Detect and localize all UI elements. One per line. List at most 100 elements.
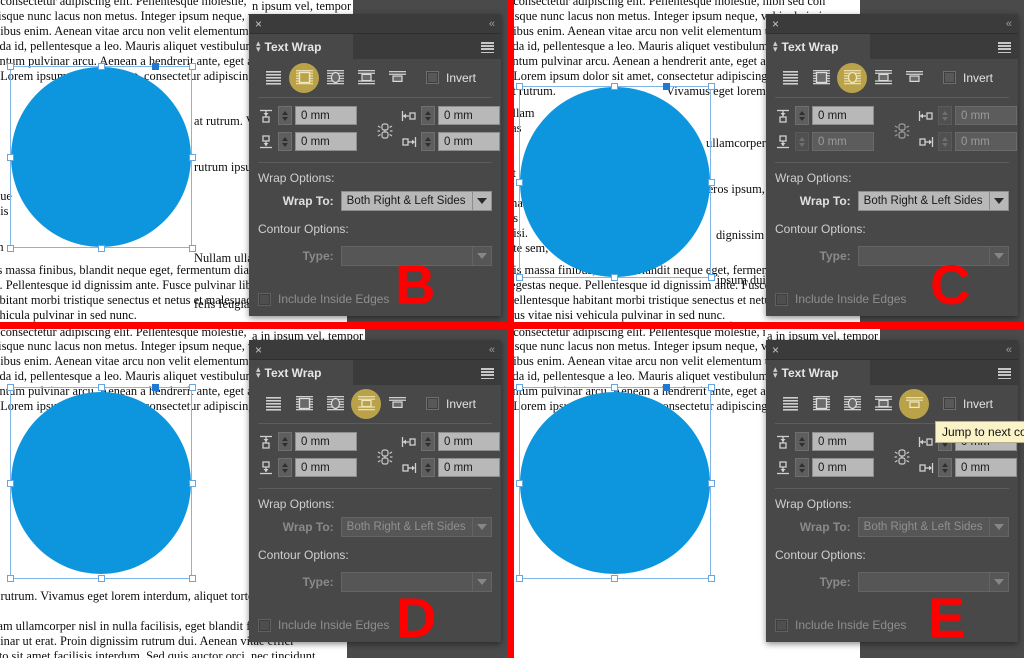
tab-text-wrap[interactable]: ▴ ▾ Text Wrap bbox=[249, 34, 353, 59]
wrap-mode-jump-object[interactable] bbox=[868, 63, 898, 93]
selection-handle[interactable] bbox=[98, 384, 105, 391]
offset-right-field[interactable]: 0 mm bbox=[918, 458, 1017, 477]
wrap-mode-jump-next-column[interactable] bbox=[899, 388, 929, 419]
selection-handle[interactable] bbox=[98, 63, 105, 70]
selection-handle[interactable] bbox=[708, 274, 715, 281]
offset-left-field[interactable]: 0 mm bbox=[401, 106, 500, 125]
offset-top-field[interactable]: 0 mm bbox=[258, 106, 357, 125]
wrap-mode-object-shape[interactable] bbox=[837, 389, 867, 419]
offset-right-stepper[interactable] bbox=[421, 458, 435, 477]
offset-bottom-stepper[interactable] bbox=[278, 458, 292, 477]
panel-menu-icon[interactable] bbox=[481, 368, 494, 380]
wrap-mode-bounding-box[interactable] bbox=[289, 62, 319, 93]
selection-handle[interactable] bbox=[611, 274, 618, 281]
selection-handle[interactable] bbox=[516, 575, 523, 582]
invert-checkbox[interactable] bbox=[943, 397, 956, 410]
offset-right-field[interactable]: 0 mm bbox=[401, 132, 500, 151]
close-icon[interactable]: × bbox=[255, 17, 262, 31]
offset-left-input[interactable]: 0 mm bbox=[438, 106, 500, 125]
selection-handle[interactable] bbox=[189, 480, 196, 487]
offset-bottom-stepper[interactable] bbox=[278, 132, 292, 151]
offset-left-stepper[interactable] bbox=[421, 106, 435, 125]
offset-left-input[interactable]: 0 mm bbox=[438, 432, 500, 451]
wrap-mode-bounding-box[interactable] bbox=[289, 389, 319, 419]
selection-handle[interactable] bbox=[516, 179, 523, 186]
offset-top-input[interactable]: 0 mm bbox=[812, 432, 874, 451]
selection-handle[interactable] bbox=[516, 480, 523, 487]
tab-text-wrap[interactable]: ▴ ▾ Text Wrap bbox=[766, 34, 870, 59]
offset-right-stepper[interactable] bbox=[421, 132, 435, 151]
text-wrap-panel-d[interactable]: × « ▴ ▾ Text Wrap Invert 0 mm 0 mm 0 mm … bbox=[249, 340, 501, 642]
wrap-to-select[interactable]: Both Right & Left Sides bbox=[340, 191, 492, 211]
invert-checkbox-group[interactable]: Invert bbox=[426, 71, 476, 85]
selection-handle[interactable] bbox=[708, 179, 715, 186]
offset-right-input[interactable]: 0 mm bbox=[438, 132, 500, 151]
wrap-mode-jump-object[interactable] bbox=[868, 389, 898, 419]
offset-bottom-input[interactable]: 0 mm bbox=[812, 458, 874, 477]
selection-handle[interactable] bbox=[7, 245, 14, 252]
close-icon[interactable]: × bbox=[255, 343, 262, 357]
link-offsets-icon[interactable] bbox=[375, 121, 395, 141]
chevron-down-icon[interactable] bbox=[472, 192, 491, 210]
selection-handle-active[interactable] bbox=[152, 63, 159, 70]
collapse-icon[interactable]: « bbox=[489, 343, 495, 357]
invert-checkbox-group[interactable]: Invert bbox=[943, 71, 993, 85]
offset-top-field[interactable]: 0 mm bbox=[775, 106, 874, 125]
close-icon[interactable]: × bbox=[772, 343, 779, 357]
offset-left-field[interactable]: 0 mm bbox=[401, 432, 500, 451]
selection-handle[interactable] bbox=[516, 274, 523, 281]
selection-handle[interactable] bbox=[7, 154, 14, 161]
collapse-icon[interactable]: « bbox=[489, 17, 495, 31]
invert-checkbox[interactable] bbox=[943, 71, 956, 84]
selection-handle[interactable] bbox=[516, 384, 523, 391]
tab-text-wrap[interactable]: ▴ ▾ Text Wrap bbox=[249, 360, 353, 385]
selection-handle[interactable] bbox=[7, 63, 14, 70]
wrap-mode-no-text-wrap[interactable] bbox=[258, 63, 288, 93]
offset-right-input[interactable]: 0 mm bbox=[955, 458, 1017, 477]
expand-collapse-icon[interactable]: ▴ ▾ bbox=[256, 365, 261, 380]
collapse-icon[interactable]: « bbox=[1006, 343, 1012, 357]
selection-handle[interactable] bbox=[189, 575, 196, 582]
selection-handle[interactable] bbox=[708, 480, 715, 487]
selection-handle[interactable] bbox=[7, 575, 14, 582]
wrap-mode-object-shape[interactable] bbox=[837, 62, 867, 93]
offset-bottom-field[interactable]: 0 mm bbox=[258, 132, 357, 151]
close-icon[interactable]: × bbox=[772, 17, 779, 31]
offset-top-stepper[interactable] bbox=[278, 432, 292, 451]
offset-right-field[interactable]: 0 mm bbox=[401, 458, 500, 477]
wrap-mode-bounding-box[interactable] bbox=[806, 63, 836, 93]
selection-handle[interactable] bbox=[189, 154, 196, 161]
wrap-to-select[interactable]: Both Right & Left Sides bbox=[857, 191, 1009, 211]
selection-handle[interactable] bbox=[611, 575, 618, 582]
selection-handle[interactable] bbox=[189, 63, 196, 70]
wrap-mode-jump-next-column[interactable] bbox=[382, 389, 412, 419]
wrap-mode-jump-object[interactable] bbox=[351, 388, 381, 419]
text-wrap-panel-c[interactable]: × « ▴ ▾ Text Wrap Invert 0 mm 0 mm 0 mm … bbox=[766, 14, 1018, 316]
include-inside-edges-row[interactable]: Include Inside Edges bbox=[775, 292, 1009, 306]
panel-menu-icon[interactable] bbox=[998, 368, 1011, 380]
expand-collapse-icon[interactable]: ▴ ▾ bbox=[773, 39, 778, 54]
link-offsets-icon[interactable] bbox=[892, 447, 912, 467]
offset-top-input[interactable]: 0 mm bbox=[295, 106, 357, 125]
expand-collapse-icon[interactable]: ▴ ▾ bbox=[773, 365, 778, 380]
invert-checkbox[interactable] bbox=[426, 397, 439, 410]
offset-right-input[interactable]: 0 mm bbox=[438, 458, 500, 477]
selection-handle-active[interactable] bbox=[663, 384, 670, 391]
chevron-down-icon[interactable] bbox=[989, 192, 1008, 210]
wrap-mode-object-shape[interactable] bbox=[320, 389, 350, 419]
tab-text-wrap[interactable]: ▴ ▾ Text Wrap bbox=[766, 360, 870, 385]
offset-top-stepper[interactable] bbox=[278, 106, 292, 125]
invert-checkbox-group[interactable]: Invert bbox=[943, 397, 993, 411]
wrap-mode-jump-next-column[interactable] bbox=[899, 63, 929, 93]
include-inside-edges-row[interactable]: Include Inside Edges bbox=[258, 292, 492, 306]
wrap-mode-jump-next-column[interactable] bbox=[382, 63, 412, 93]
chevron-down-icon[interactable] bbox=[472, 247, 491, 265]
include-inside-edges-checkbox[interactable] bbox=[775, 292, 788, 306]
link-offsets-icon[interactable] bbox=[375, 447, 395, 467]
offset-right-stepper[interactable] bbox=[938, 458, 952, 477]
offset-top-input[interactable]: 0 mm bbox=[812, 106, 874, 125]
include-inside-edges-checkbox[interactable] bbox=[258, 292, 271, 306]
offset-top-stepper[interactable] bbox=[795, 432, 809, 451]
blue-circle-object[interactable] bbox=[11, 392, 191, 574]
offset-top-field[interactable]: 0 mm bbox=[775, 432, 874, 451]
